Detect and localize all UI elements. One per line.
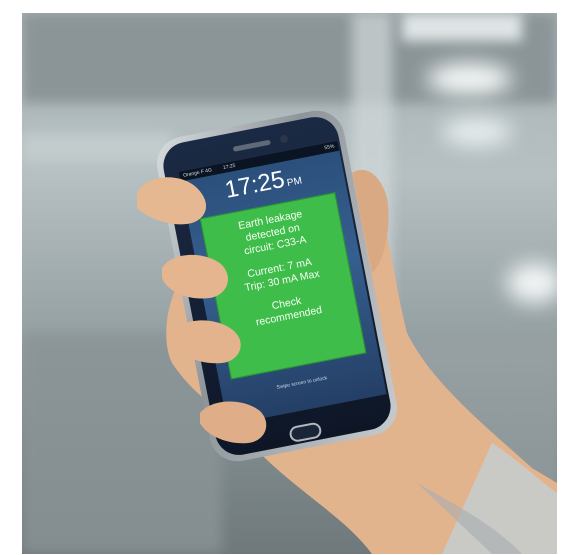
leakage-alert-notification[interactable]: Earth leakage detected on circuit: C33-A…: [199, 192, 367, 380]
battery-label: 55%: [324, 143, 336, 152]
home-button-icon[interactable]: [288, 421, 323, 444]
carrier-label: Orange F 4G: [182, 167, 213, 179]
status-time: 17:25: [222, 162, 236, 172]
clock-time: 17:25: [222, 165, 287, 204]
clock-ampm: PM: [286, 175, 303, 190]
speaker-grille: [232, 139, 271, 152]
photo: Orange F 4G 17:25 55% 17:25PM Earth leak…: [22, 13, 557, 554]
front-camera-icon: [279, 134, 289, 144]
